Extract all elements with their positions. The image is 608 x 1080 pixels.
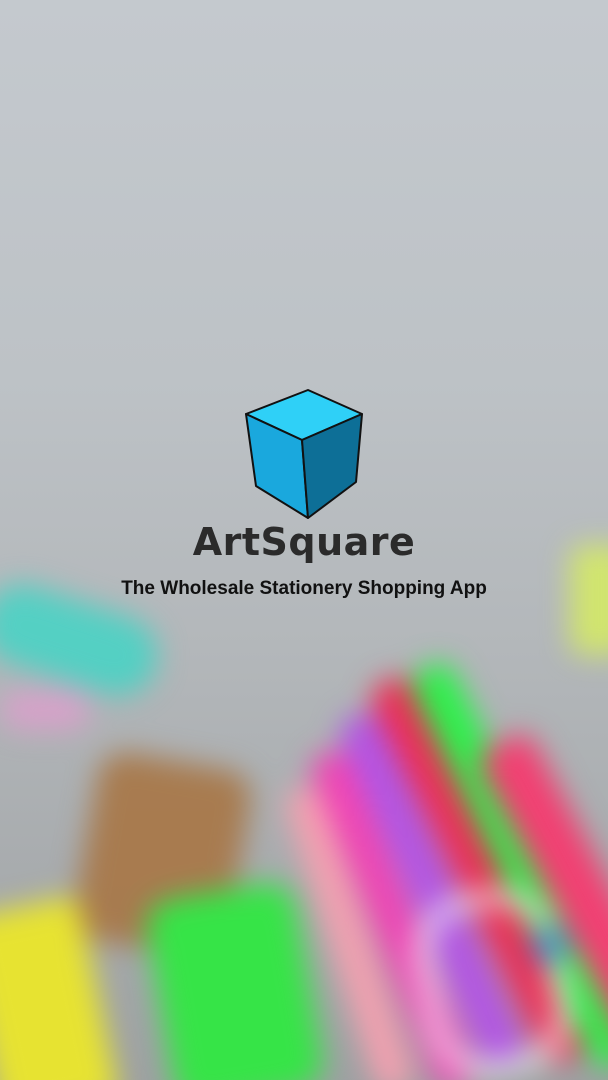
tagline: The Wholesale Stationery Shopping App xyxy=(121,578,487,599)
app-name: ArtSquare xyxy=(192,520,416,564)
splash-screen: ArtSquare The Wholesale Stationery Shopp… xyxy=(0,0,608,1080)
logo-block: ArtSquare The Wholesale Stationery Shopp… xyxy=(0,388,608,600)
cube-icon xyxy=(245,389,363,519)
